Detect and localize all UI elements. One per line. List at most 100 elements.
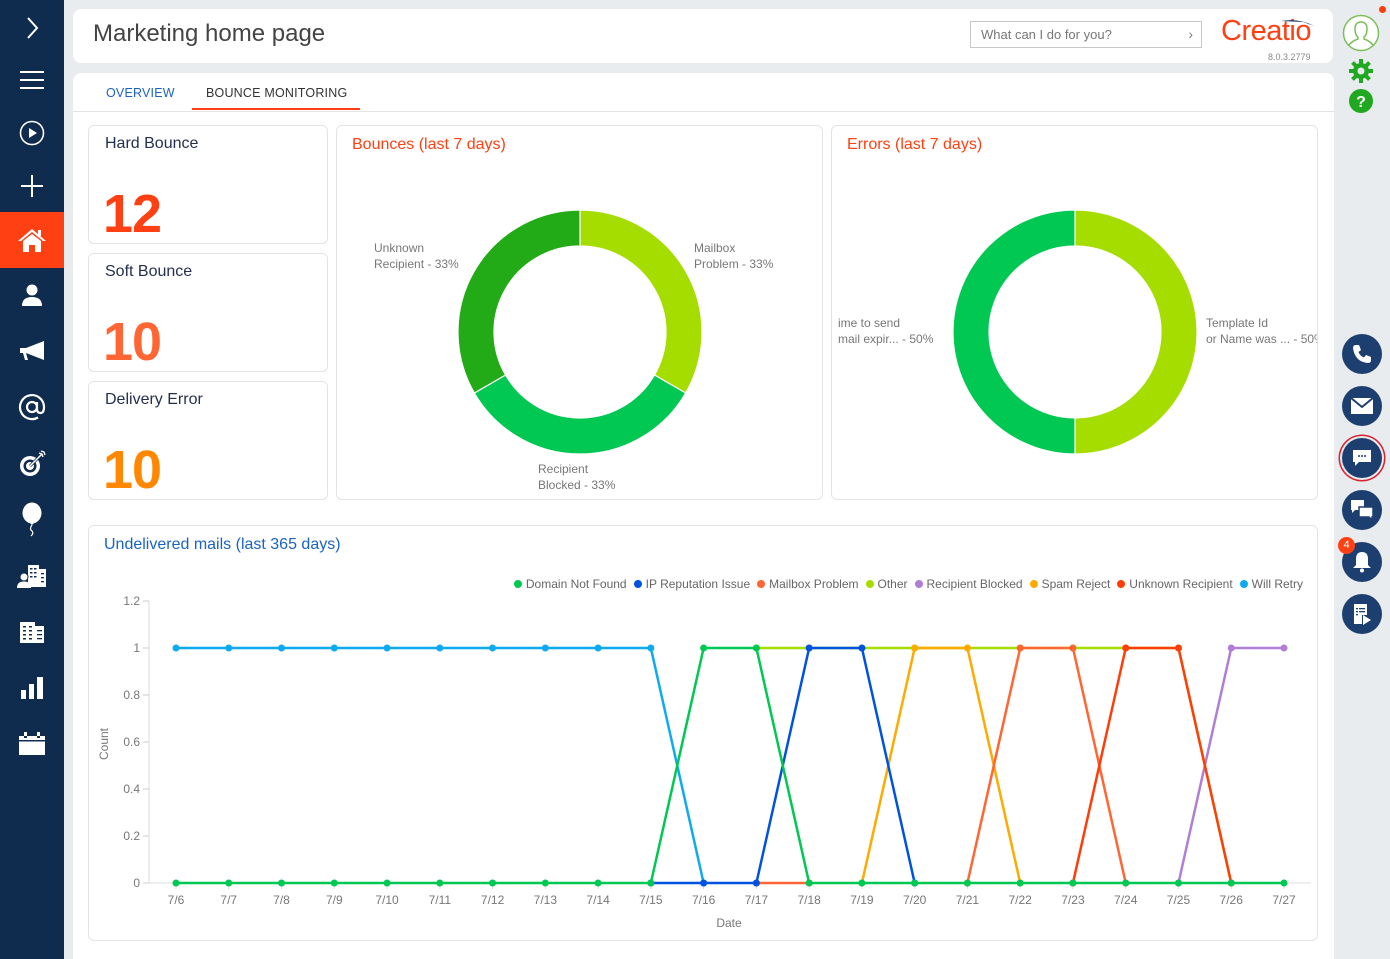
series-line-unknown-recipient: [1071, 646, 1233, 884]
data-point-will-retry[interactable]: [383, 644, 391, 652]
data-point-domain-not-found[interactable]: [436, 879, 444, 887]
tab-bounce-monitoring[interactable]: BOUNCE MONITORING: [206, 86, 347, 100]
donut-slice-label: Recipient - 33%: [374, 257, 459, 271]
donut-slice-label: ime to send: [838, 316, 900, 330]
x-tick-label: 7/6: [168, 893, 185, 907]
donut-slice-time-to-send-mail-expir[interactable]: [952, 209, 1076, 455]
chat-icon: [1353, 450, 1371, 466]
data-point-domain-not-found[interactable]: [1174, 879, 1182, 887]
data-point-mailbox-problem[interactable]: [1069, 644, 1077, 652]
data-point-domain-not-found[interactable]: [647, 879, 655, 887]
nav-contacts[interactable]: [0, 267, 64, 323]
data-point-domain-not-found[interactable]: [1122, 879, 1130, 887]
menu-button[interactable]: [0, 52, 64, 108]
at-icon: [18, 394, 46, 421]
data-point-ip-reputation-issue[interactable]: [700, 879, 708, 887]
series-spam-reject: [858, 644, 1024, 887]
system-settings-button[interactable]: [1349, 59, 1373, 83]
data-point-unknown-recipient[interactable]: [1122, 644, 1130, 652]
data-point-will-retry[interactable]: [278, 644, 286, 652]
data-point-spam-reject[interactable]: [911, 644, 919, 652]
data-point-will-retry[interactable]: [330, 644, 338, 652]
data-point-will-retry[interactable]: [436, 644, 444, 652]
data-point-domain-not-found[interactable]: [963, 879, 971, 887]
bell-icon: [1353, 552, 1371, 573]
data-point-domain-not-found[interactable]: [1016, 879, 1024, 887]
phone-button[interactable]: [1342, 334, 1382, 374]
add-button[interactable]: [0, 158, 64, 214]
data-point-will-retry[interactable]: [225, 644, 233, 652]
megaphone-icon: [20, 341, 44, 360]
series-mailbox-problem: [752, 644, 1130, 887]
nav-organizations[interactable]: [0, 604, 64, 660]
data-point-recipient-blocked[interactable]: [1280, 644, 1288, 652]
data-point-will-retry[interactable]: [489, 644, 497, 652]
data-point-domain-not-found[interactable]: [1227, 879, 1235, 887]
data-point-will-retry[interactable]: [172, 644, 180, 652]
logo-swoosh-icon: [1281, 20, 1314, 26]
x-tick-label: 7/8: [273, 893, 290, 907]
command-line[interactable]: ›: [970, 21, 1202, 48]
data-point-will-retry[interactable]: [594, 644, 602, 652]
data-point-mailbox-problem[interactable]: [1016, 644, 1024, 652]
nav-accounts[interactable]: [0, 548, 64, 604]
help-button[interactable]: ?: [1349, 89, 1373, 113]
feed-button[interactable]: [1342, 490, 1382, 530]
data-point-domain-not-found[interactable]: [330, 879, 338, 887]
process-button[interactable]: [0, 105, 64, 161]
command-submit-icon[interactable]: ›: [1188, 26, 1193, 42]
data-point-domain-not-found[interactable]: [172, 879, 180, 887]
nav-dashboards[interactable]: [0, 660, 64, 716]
notifications-button[interactable]: 4: [1338, 537, 1382, 582]
x-tick-label: 7/16: [692, 893, 716, 907]
expand-nav-button[interactable]: [0, 0, 64, 56]
series-will-retry: [172, 644, 708, 887]
nav-email[interactable]: [0, 379, 64, 435]
data-point-recipient-blocked[interactable]: [1227, 644, 1235, 652]
data-point-domain-not-found[interactable]: [489, 879, 497, 887]
y-tick-label: 1.2: [123, 594, 140, 608]
process-log-button[interactable]: [1342, 594, 1382, 634]
donut-slice-template-id-or-name-was[interactable]: [1074, 209, 1198, 455]
data-point-domain-not-found[interactable]: [225, 879, 233, 887]
data-point-ip-reputation-issue[interactable]: [858, 644, 866, 652]
data-point-domain-not-found[interactable]: [911, 879, 919, 887]
tab-overview[interactable]: OVERVIEW: [106, 86, 175, 100]
chat-button[interactable]: [1342, 438, 1382, 478]
donut-slice-recipient-blocked[interactable]: [473, 374, 687, 455]
gear-icon: [1349, 59, 1373, 83]
data-point-domain-not-found[interactable]: [1280, 879, 1288, 887]
data-point-domain-not-found[interactable]: [541, 879, 549, 887]
data-point-ip-reputation-issue[interactable]: [805, 644, 813, 652]
data-point-domain-not-found[interactable]: [752, 644, 760, 652]
command-input[interactable]: [971, 22, 1161, 47]
data-point-domain-not-found[interactable]: [858, 879, 866, 887]
data-point-domain-not-found[interactable]: [700, 644, 708, 652]
y-tick-label: 0.4: [123, 782, 140, 796]
data-point-domain-not-found[interactable]: [594, 879, 602, 887]
data-point-unknown-recipient[interactable]: [1174, 644, 1182, 652]
data-point-will-retry[interactable]: [647, 644, 655, 652]
help-icon: ?: [1349, 89, 1373, 113]
data-point-domain-not-found[interactable]: [1069, 879, 1077, 887]
profile-button[interactable]: [1342, 6, 1386, 52]
nav-leads[interactable]: [0, 436, 64, 492]
x-tick-label: 7/22: [1009, 893, 1033, 907]
calendar-icon: [19, 732, 45, 755]
series-domain-not-found: [172, 644, 1288, 887]
donut-slice-mailbox-problem[interactable]: [579, 209, 703, 394]
data-point-domain-not-found[interactable]: [805, 879, 813, 887]
data-point-will-retry[interactable]: [541, 644, 549, 652]
y-tick-label: 0.8: [123, 688, 140, 702]
nav-campaigns[interactable]: [0, 323, 64, 379]
donut-slice-unknown-recipient[interactable]: [457, 209, 581, 394]
data-point-ip-reputation-issue[interactable]: [752, 879, 760, 887]
nav-calendar[interactable]: [0, 716, 64, 772]
data-point-domain-not-found[interactable]: [278, 879, 286, 887]
data-point-domain-not-found[interactable]: [383, 879, 391, 887]
data-point-spam-reject[interactable]: [963, 644, 971, 652]
email-button[interactable]: [1342, 386, 1382, 426]
nav-events[interactable]: [0, 492, 64, 548]
nav-home[interactable]: [0, 212, 64, 268]
bar-chart-icon: [21, 677, 43, 699]
